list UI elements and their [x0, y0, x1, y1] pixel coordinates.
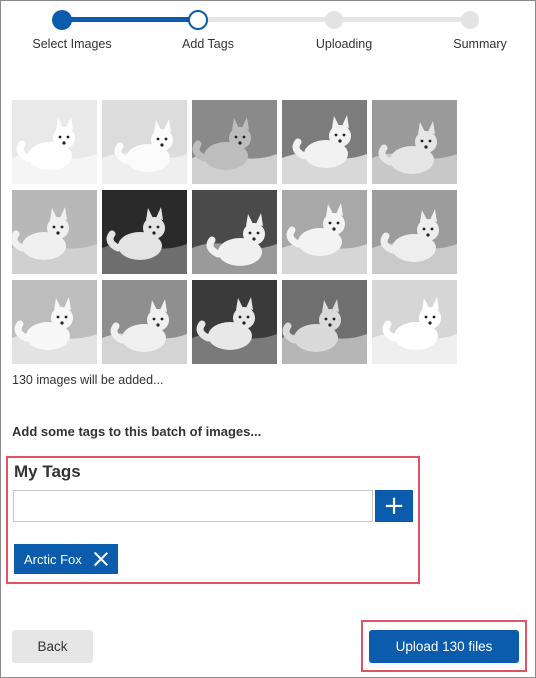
- fox-photo: [102, 280, 187, 364]
- fox-photo: [372, 190, 457, 274]
- back-button[interactable]: Back: [12, 630, 93, 663]
- image-thumbnail: [102, 280, 187, 364]
- my-tags-panel: My Tags + Arctic Fox: [6, 456, 420, 584]
- step-dot-uploading: [325, 11, 343, 29]
- fox-photo: [192, 280, 277, 364]
- image-thumbnail: [192, 100, 277, 184]
- image-thumbnail: [102, 190, 187, 274]
- fox-photo: [282, 100, 367, 184]
- upload-highlight: Upload 130 files: [361, 620, 527, 672]
- image-thumbnail: [192, 280, 277, 364]
- tags-prompt: Add some tags to this batch of images...: [12, 424, 262, 439]
- tag-input[interactable]: [13, 490, 373, 522]
- image-thumbnail: [102, 100, 187, 184]
- image-thumbnail: [372, 280, 457, 364]
- step-dot-select-images: [52, 10, 72, 30]
- image-thumbnail: [12, 190, 97, 274]
- fox-photo: [12, 190, 97, 274]
- fox-photo: [12, 100, 97, 184]
- fox-photo: [282, 190, 367, 274]
- image-thumbnail: [12, 100, 97, 184]
- step-label-uploading: Uploading: [315, 37, 373, 51]
- fox-photo: [192, 100, 277, 184]
- step-label-select-images: Select Images: [32, 37, 112, 51]
- image-thumbnail: [282, 100, 367, 184]
- step-label-add-tags: Add Tags: [182, 37, 234, 51]
- fox-photo: [282, 280, 367, 364]
- image-thumbnail: [192, 190, 277, 274]
- image-thumbnail: [372, 100, 457, 184]
- step-label-summary: Summary: [453, 37, 507, 51]
- step-dot-summary: [461, 11, 479, 29]
- fox-photo: [192, 190, 277, 274]
- plus-icon: +: [383, 491, 405, 521]
- image-thumbnail: [282, 280, 367, 364]
- upload-button[interactable]: Upload 130 files: [369, 630, 519, 663]
- progress-stepper: Select Images Add Tags Uploading Summary: [0, 0, 536, 60]
- image-thumbnail: [12, 280, 97, 364]
- image-thumbnail: [372, 190, 457, 274]
- fox-photo: [372, 280, 457, 364]
- image-count-text: 130 images will be added...: [12, 373, 164, 387]
- tag-chip: Arctic Fox: [14, 544, 118, 574]
- fox-photo: [12, 280, 97, 364]
- image-thumbnail-grid: [12, 100, 458, 366]
- fox-photo: [102, 100, 187, 184]
- stepper-track-complete: [62, 17, 198, 22]
- add-tag-button[interactable]: +: [375, 490, 413, 522]
- image-thumbnail: [282, 190, 367, 274]
- close-icon[interactable]: [94, 552, 108, 566]
- tag-chip-label: Arctic Fox: [24, 551, 82, 567]
- fox-photo: [102, 190, 187, 274]
- my-tags-title: My Tags: [14, 462, 81, 481]
- fox-photo: [372, 100, 457, 184]
- step-dot-add-tags: [188, 10, 208, 30]
